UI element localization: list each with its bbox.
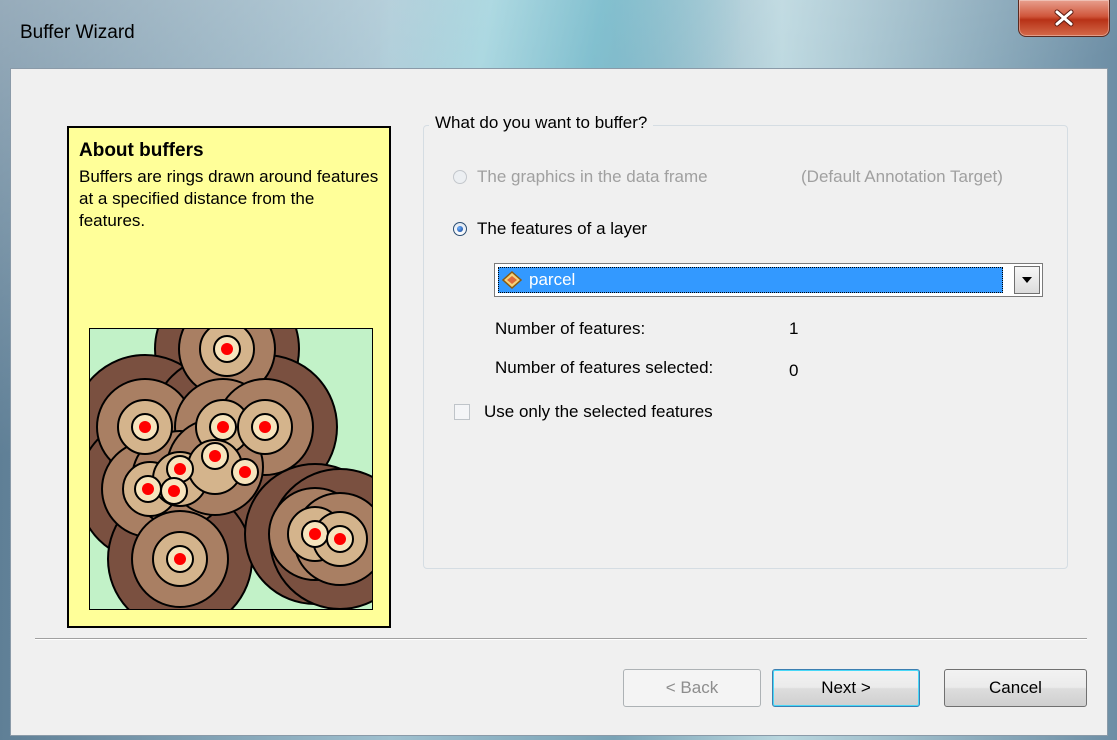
feature-point [142, 483, 154, 495]
num-features-label: Number of features: [495, 319, 646, 338]
next-button[interactable]: Next > [772, 669, 920, 707]
feature-point [334, 533, 346, 545]
feature-point [174, 463, 186, 475]
use-selected-checkbox[interactable] [454, 404, 470, 420]
radio-graphics-label: The graphics in the data frame [477, 167, 708, 186]
radio-layer-row[interactable]: The features of a layer [453, 219, 647, 239]
feature-point [239, 466, 251, 478]
feature-point [217, 421, 229, 433]
polygon-layer-icon [501, 270, 523, 290]
cancel-button[interactable]: Cancel [944, 669, 1087, 707]
close-icon [1054, 9, 1074, 27]
layer-select-text: parcel [529, 270, 576, 289]
about-buffers-panel: About buffers Buffers are rings drawn ar… [67, 126, 391, 628]
feature-point [221, 343, 233, 355]
buffer-target-group [423, 125, 1068, 569]
num-selected-label: Number of features selected: [495, 358, 714, 377]
buffer-illustration [89, 328, 373, 610]
graphics-target-note: (Default Annotation Target) [801, 167, 1003, 187]
feature-point [139, 421, 151, 433]
layer-select[interactable]: parcel [494, 263, 1043, 297]
num-selected-value: 0 [789, 361, 799, 380]
buffer-target-legend: What do you want to buffer? [429, 113, 654, 133]
radio-layer[interactable] [453, 222, 467, 236]
about-buffers-title: About buffers [79, 140, 204, 161]
feature-point [174, 553, 186, 565]
radio-graphics-row[interactable]: The graphics in the data frame [453, 167, 708, 187]
graphics-target-label: (Default Annotation Target) [801, 167, 1003, 186]
buffer-rings-image [90, 329, 372, 609]
feature-point [168, 485, 180, 497]
layer-select-value: parcel [498, 267, 1003, 293]
chevron-down-icon [1022, 277, 1032, 283]
close-button[interactable] [1018, 0, 1110, 37]
about-buffers-text: Buffers are rings drawn around features … [79, 167, 379, 230]
feature-point [259, 421, 271, 433]
radio-layer-label: The features of a layer [477, 219, 648, 238]
use-selected-label: Use only the selected features [484, 402, 713, 421]
num-features-value: 1 [789, 319, 799, 338]
layer-select-dropdown-button[interactable] [1014, 266, 1040, 294]
window-title: Buffer Wizard [20, 22, 135, 43]
back-button[interactable]: < Back [623, 669, 761, 707]
dialog-client-area: About buffers Buffers are rings drawn ar… [10, 68, 1108, 736]
window-frame: Buffer Wizard About buffers Buffers are … [0, 0, 1117, 740]
radio-graphics[interactable] [453, 170, 467, 184]
feature-point [309, 528, 321, 540]
button-separator [35, 638, 1087, 640]
feature-point [209, 450, 221, 462]
